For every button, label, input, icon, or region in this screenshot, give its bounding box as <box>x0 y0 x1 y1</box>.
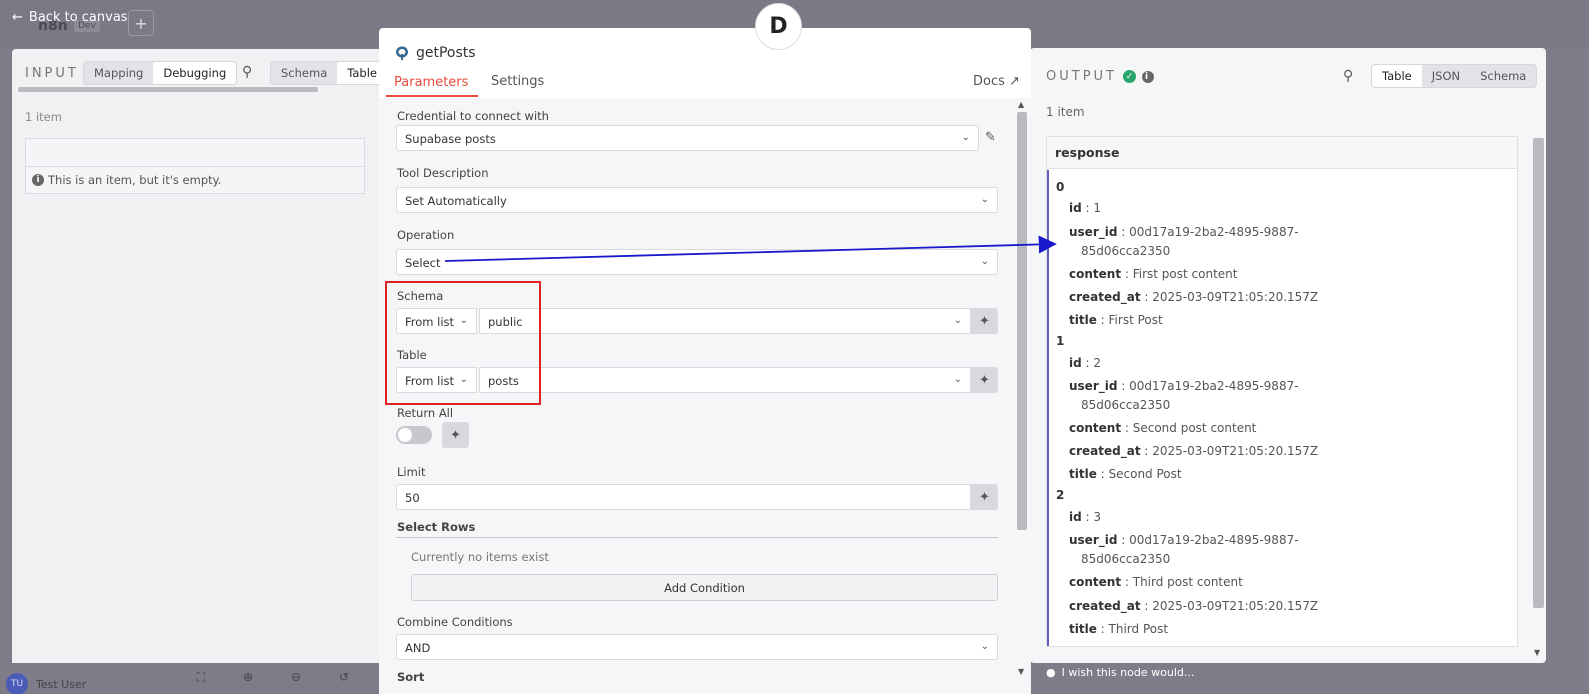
avatar[interactable]: TU <box>6 673 28 694</box>
credential-label: Credential to connect with <box>397 109 549 123</box>
fit-view-icon[interactable]: ⛶ <box>190 670 212 690</box>
highlight-box <box>385 281 541 405</box>
zoom-out-icon[interactable]: ⊖ <box>285 670 307 690</box>
active-tab-underline <box>386 95 478 97</box>
expression-sparkle-icon[interactable]: ✦ <box>971 308 998 334</box>
operation-select[interactable]: Select ⌄ <box>396 249 998 275</box>
kv-content: content : First post content <box>1069 267 1238 281</box>
kv-id: id : 1 <box>1069 201 1102 215</box>
chevron-down-icon: ⌄ <box>980 256 989 267</box>
back-to-canvas-button[interactable]: ← Back to canvas <box>12 10 128 25</box>
limit-label: Limit <box>397 465 426 479</box>
tab-mapping[interactable]: Mapping <box>84 62 153 84</box>
vertical-scrollbar[interactable] <box>1533 138 1544 608</box>
arrow-left-icon: ← <box>12 10 23 25</box>
chevron-down-icon: ⌄ <box>953 315 962 326</box>
expression-sparkle-icon[interactable]: ✦ <box>442 422 469 448</box>
kv-user-id: user_id : 00d17a19-2ba2-4895-9887- 85d06c… <box>1069 533 1299 566</box>
input-view-tabs: Schema Table <box>270 61 388 85</box>
expression-sparkle-icon[interactable]: ✦ <box>971 484 998 510</box>
empty-item-box: i This is an item, but it's empty. <box>25 138 365 194</box>
external-link-icon: ↗ <box>1009 74 1020 89</box>
add-condition-button[interactable]: Add Condition <box>411 574 998 601</box>
select-rows-label: Select Rows <box>397 520 476 534</box>
tool-description-select[interactable]: Set Automatically ⌄ <box>396 187 998 213</box>
node-title: getPosts <box>394 45 476 61</box>
scroll-down-icon[interactable]: ▼ <box>1018 667 1024 676</box>
table-cell: 0 id : 1 user_id : 00d17a19-2ba2-4895-98… <box>1047 170 1517 646</box>
info-icon: i <box>32 174 44 186</box>
tab-table[interactable]: Table <box>1372 65 1422 87</box>
tab-schema[interactable]: Schema <box>271 62 337 84</box>
kv-id: id : 2 <box>1069 356 1102 370</box>
array-index: 0 <box>1056 180 1065 194</box>
schema-value-select[interactable]: public ⌄ <box>479 308 971 334</box>
output-table: response 0 id : 1 user_id : 00d17a19-2ba… <box>1046 136 1518 647</box>
kv-user-id: user_id : 00d17a19-2ba2-4895-9887- 85d06c… <box>1069 225 1299 258</box>
limit-input[interactable]: 50 <box>396 484 971 510</box>
chevron-down-icon: ⌄ <box>980 641 989 652</box>
postgres-icon <box>396 46 408 60</box>
array-index: 1 <box>1056 334 1065 348</box>
credential-select[interactable]: Supabase posts ⌄ <box>396 125 979 151</box>
input-mode-tabs: Mapping Debugging <box>83 61 238 85</box>
kv-created-at: created_at : 2025-03-09T21:05:20.157Z <box>1069 599 1319 613</box>
scroll-down-icon[interactable]: ▼ <box>1534 648 1540 657</box>
kv-title: title : Second Post <box>1069 467 1182 481</box>
combine-conditions-select[interactable]: AND ⌄ <box>396 634 998 660</box>
kv-id: id : 3 <box>1069 510 1102 524</box>
column-header: response <box>1047 137 1517 169</box>
horizontal-scrollbar[interactable] <box>18 87 318 92</box>
lightbulb-icon: ● <box>1046 666 1056 679</box>
expression-sparkle-icon[interactable]: ✦ <box>971 367 998 393</box>
input-title: INPUT <box>25 66 79 81</box>
kv-created-at: created_at : 2025-03-09T21:05:20.157Z <box>1069 444 1319 458</box>
kv-created-at: created_at : 2025-03-09T21:05:20.157Z <box>1069 290 1319 304</box>
array-index: 2 <box>1056 488 1065 502</box>
tab-debugging[interactable]: Debugging <box>153 62 237 84</box>
edit-pencil-icon[interactable]: ✎ <box>985 130 996 145</box>
info-icon[interactable]: i <box>1141 70 1154 83</box>
chevron-down-icon: ⌄ <box>961 132 970 143</box>
tab-settings[interactable]: Settings <box>491 74 544 89</box>
tab-parameters[interactable]: Parameters <box>394 75 468 90</box>
undo-icon[interactable]: ↺ <box>333 670 355 690</box>
docs-link[interactable]: Docs ↗ <box>973 74 1020 89</box>
return-all-toggle[interactable] <box>396 426 432 444</box>
back-label: Back to canvas <box>28 10 128 25</box>
node-letter-badge: D <box>755 3 802 50</box>
feedback-link[interactable]: ● I wish this node would... <box>1046 666 1194 679</box>
operation-label: Operation <box>397 228 455 242</box>
input-item-count: 1 item <box>25 110 62 124</box>
output-item-count: 1 item <box>1046 105 1085 119</box>
search-icon[interactable]: ⚲ <box>1343 68 1353 84</box>
add-node-button[interactable]: + <box>128 10 154 36</box>
tab-json[interactable]: JSON <box>1422 65 1470 87</box>
tool-description-label: Tool Description <box>397 166 489 180</box>
table-value-select[interactable]: posts ⌄ <box>479 367 971 393</box>
divider <box>396 537 998 538</box>
kv-content: content : Third post content <box>1069 575 1243 589</box>
output-title: OUTPUT ✓ i <box>1046 69 1154 84</box>
chevron-down-icon: ⌄ <box>953 374 962 385</box>
zoom-in-icon[interactable]: ⊕ <box>237 670 259 690</box>
output-view-tabs: Table JSON Schema <box>1371 64 1538 88</box>
return-all-label: Return All <box>397 406 454 420</box>
no-items-text: Currently no items exist <box>411 550 549 564</box>
combine-conditions-label: Combine Conditions <box>397 615 513 629</box>
user-name: Test User <box>36 678 87 691</box>
success-check-icon: ✓ <box>1122 70 1136 83</box>
kv-user-id: user_id : 00d17a19-2ba2-4895-9887- 85d06c… <box>1069 379 1299 412</box>
scroll-up-icon[interactable]: ▲ <box>1018 100 1024 109</box>
kv-content: content : Second post content <box>1069 421 1257 435</box>
tab-schema[interactable]: Schema <box>1470 65 1536 87</box>
kv-title: title : Third Post <box>1069 622 1169 636</box>
vertical-scrollbar[interactable] <box>1017 112 1027 530</box>
empty-message: i This is an item, but it's empty. <box>32 173 221 187</box>
kv-title: title : First Post <box>1069 313 1163 327</box>
sort-label: Sort <box>397 670 425 684</box>
search-icon[interactable]: ⚲ <box>242 64 252 80</box>
chevron-down-icon: ⌄ <box>980 194 989 205</box>
